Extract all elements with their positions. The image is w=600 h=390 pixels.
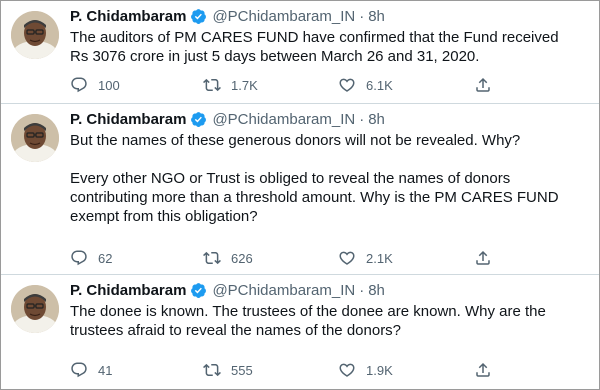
reply-count: 41 [98,362,113,378]
tweet-actions: 62 626 2.1K [70,248,540,268]
retweet-count: 626 [231,250,253,266]
tweet-actions: 100 1.7K 6.1K [70,75,540,95]
reply-icon [70,361,88,379]
retweet-count: 555 [231,362,253,378]
reply-count: 62 [98,250,113,266]
separator-dot: · [359,7,365,25]
verified-badge-icon [190,282,207,299]
tweet-paragraph: The auditors of PM CARES FUND have confi… [70,29,559,65]
avatar[interactable] [11,114,59,162]
timestamp[interactable]: 8h [368,111,385,128]
reply-count: 100 [98,77,120,93]
author-handle[interactable]: @PChidambaram_IN [212,282,355,299]
tweet[interactable]: P. Chidambaram @PChidambaram_IN · 8h The… [1,1,599,104]
share-button[interactable] [474,249,492,267]
tweet-text: The donee is known. The trustees of the … [70,302,570,340]
author-name[interactable]: P. Chidambaram [70,8,186,25]
verified-badge-icon [190,8,207,25]
like-count: 2.1K [366,250,393,266]
timestamp[interactable]: 8h [368,8,385,25]
tweet-thread-screenshot: P. Chidambaram @PChidambaram_IN · 8h The… [0,0,600,390]
avatar[interactable] [11,11,59,59]
tweet-actions: 41 555 1.9K [70,360,540,380]
like-count: 1.9K [366,362,393,378]
separator-dot: · [359,110,365,128]
tweet-paragraph: The donee is known. The trustees of the … [70,303,546,339]
author-name[interactable]: P. Chidambaram [70,282,186,299]
tweet-header: P. Chidambaram @PChidambaram_IN · 8h [70,6,385,26]
retweet-button[interactable]: 555 [203,361,253,379]
separator-dot: · [359,281,365,299]
retweet-button[interactable]: 626 [203,249,253,267]
heart-icon [338,361,356,379]
reply-icon [70,76,88,94]
share-button[interactable] [474,76,492,94]
author-name[interactable]: P. Chidambaram [70,111,186,128]
retweet-icon [203,76,221,94]
retweet-count: 1.7K [231,77,258,93]
share-button[interactable] [474,361,492,379]
like-button[interactable]: 6.1K [338,76,393,94]
share-icon [474,361,492,379]
share-icon [474,249,492,267]
tweet-header: P. Chidambaram @PChidambaram_IN · 8h [70,280,385,300]
reply-button[interactable]: 100 [70,76,120,94]
author-handle[interactable]: @PChidambaram_IN [212,8,355,25]
timestamp[interactable]: 8h [368,282,385,299]
like-button[interactable]: 2.1K [338,249,393,267]
heart-icon [338,249,356,267]
author-handle[interactable]: @PChidambaram_IN [212,111,355,128]
retweet-icon [203,361,221,379]
tweet-header: P. Chidambaram @PChidambaram_IN · 8h [70,109,385,129]
tweet-paragraph: Every other NGO or Trust is obliged to r… [70,170,559,225]
like-button[interactable]: 1.9K [338,361,393,379]
share-icon [474,76,492,94]
reply-button[interactable]: 41 [70,361,112,379]
avatar[interactable] [11,285,59,333]
retweet-icon [203,249,221,267]
retweet-button[interactable]: 1.7K [203,76,258,94]
verified-badge-icon [190,111,207,128]
reply-icon [70,249,88,267]
tweet-text: But the names of these generous donors w… [70,131,570,226]
tweet-text: The auditors of PM CARES FUND have confi… [70,28,570,66]
tweet[interactable]: P. Chidambaram @PChidambaram_IN · 8h But… [1,104,599,275]
tweet-paragraph: But the names of these generous donors w… [70,132,521,149]
tweet[interactable]: P. Chidambaram @PChidambaram_IN · 8h The… [1,275,599,389]
reply-button[interactable]: 62 [70,249,112,267]
like-count: 6.1K [366,77,393,93]
heart-icon [338,76,356,94]
